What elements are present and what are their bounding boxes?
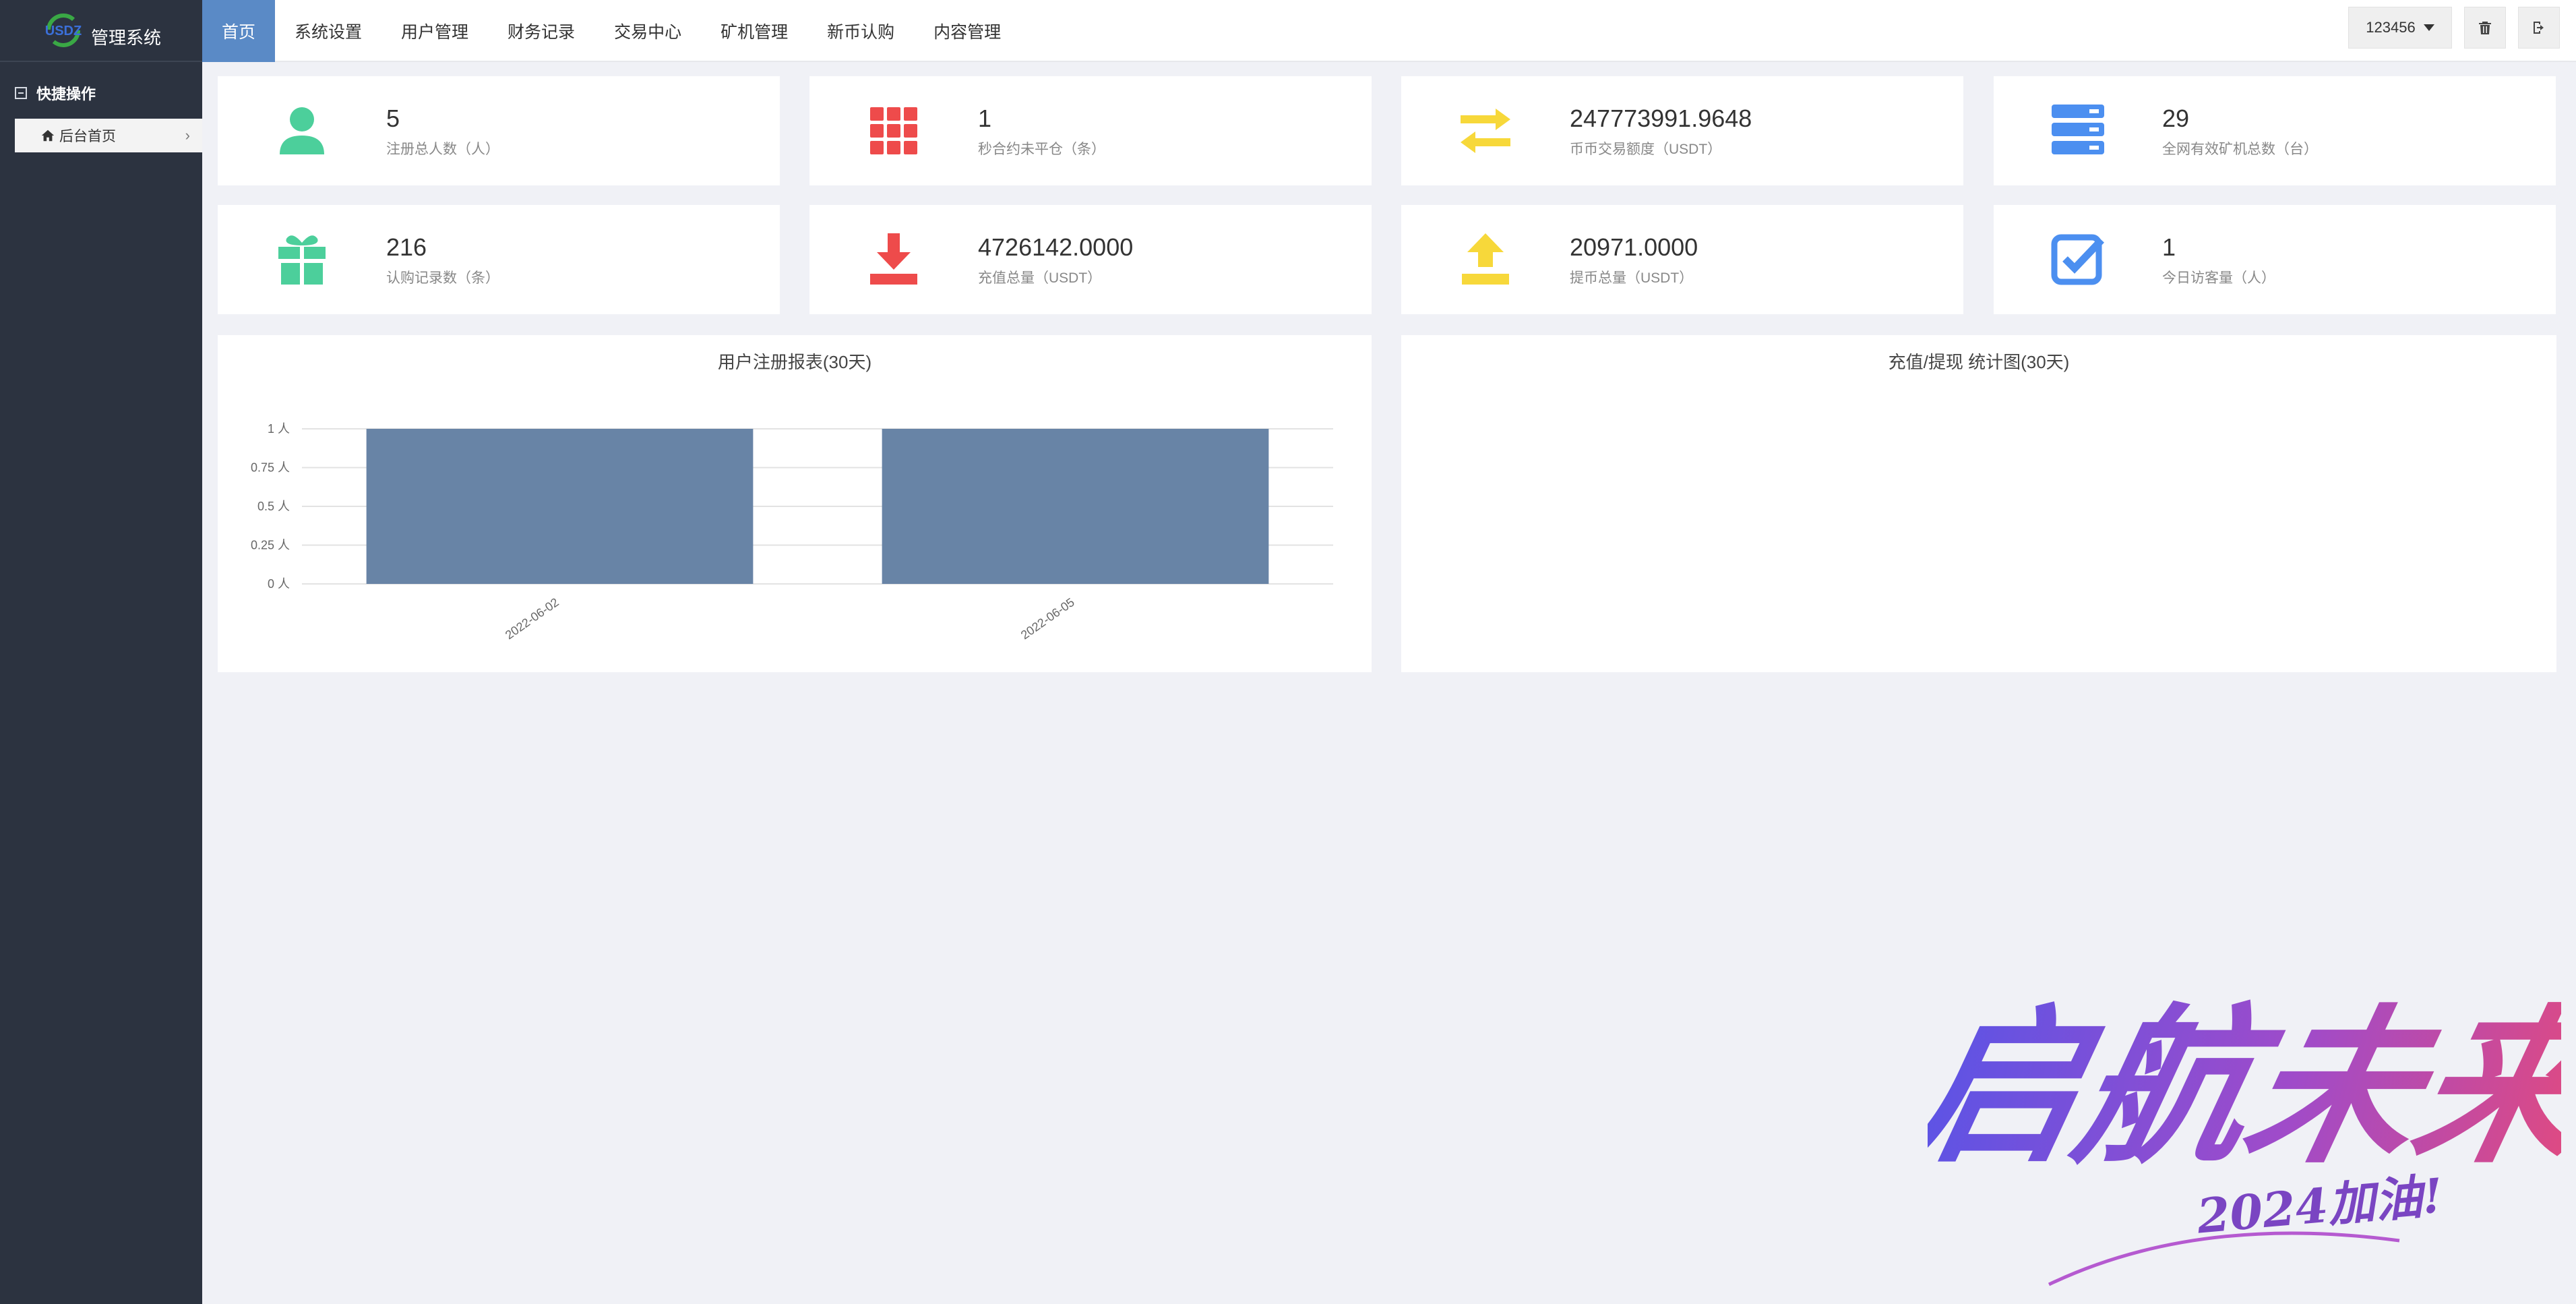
home-icon bbox=[41, 129, 55, 142]
logout-button[interactable] bbox=[2518, 7, 2560, 49]
x-tick-label: 2022-06-02 bbox=[503, 595, 561, 642]
registration-chart-panel: 用户注册报表(30天) 0 人 0.25 人 0.5 人 0.75 人1 人 2022-… bbox=[218, 335, 1372, 672]
watermark-main-text: 启航未来 bbox=[1928, 988, 2561, 1187]
stat-label: 认购记录数（条） bbox=[386, 270, 499, 286]
stat-label: 币币交易额度（USDT） bbox=[1570, 142, 1722, 157]
quick-ops-title: 快捷操作 bbox=[36, 86, 96, 102]
y-tick-label: 0.75 人 bbox=[251, 461, 290, 475]
stat-label: 全网有效矿机总数（台） bbox=[2162, 142, 2318, 157]
server-icon bbox=[2048, 100, 2108, 161]
quick-ops-header[interactable]: 快捷操作 bbox=[0, 62, 202, 104]
y-tick-label: 0 人 bbox=[268, 577, 290, 591]
stat-value: 29 bbox=[2162, 105, 2190, 132]
nav-item-home[interactable]: 首页 bbox=[202, 0, 276, 62]
logo-mark-icon: USDZ bbox=[41, 8, 86, 53]
nav-item-trade-center[interactable]: 交易中心 bbox=[594, 0, 701, 62]
sidebar-item-dashboard[interactable]: 后台首页 › bbox=[15, 119, 202, 152]
chart-title: 充值/提现 统计图(30天) bbox=[1888, 352, 2070, 372]
stat-card-total-withdrawal[interactable]: 20971.0000 提币总量（USDT） bbox=[1401, 205, 1963, 314]
y-tick-label: 0.5 人 bbox=[257, 500, 290, 513]
nav-item-finance-records[interactable]: 财务记录 bbox=[488, 0, 594, 62]
nav-item-new-coin-subscription[interactable]: 新币认购 bbox=[807, 0, 914, 62]
stat-value: 5 bbox=[386, 105, 400, 132]
stat-label: 充值总量（USDT） bbox=[978, 270, 1102, 286]
sidebar: USDZ 管理系统 快捷操作 后台首页 › bbox=[0, 0, 202, 1304]
caret-down-icon bbox=[2423, 24, 2434, 31]
stat-card-subscription-records[interactable]: 216 认购记录数（条） bbox=[218, 205, 780, 314]
clear-cache-button[interactable] bbox=[2464, 7, 2506, 49]
y-tick-label: 1 人 bbox=[268, 422, 290, 436]
watermark-calligraphy: 启航未来 2024加油! bbox=[1928, 988, 2561, 1286]
upload-icon bbox=[1455, 229, 1516, 290]
nav-item-user-management[interactable]: 用户管理 bbox=[381, 0, 488, 62]
stat-value: 216 bbox=[386, 233, 427, 261]
chevron-right-icon: › bbox=[185, 127, 190, 144]
stat-card-active-miners[interactable]: 29 全网有效矿机总数（台） bbox=[1994, 76, 2556, 185]
topbar-actions: 123456 bbox=[2348, 7, 2560, 49]
top-navbar: 首页 系统设置 用户管理 财务记录 交易中心 矿机管理 新币认购 内容管理 12… bbox=[202, 0, 2576, 62]
stat-value: 20971.0000 bbox=[1570, 233, 1698, 261]
user-dropdown[interactable]: 123456 bbox=[2348, 7, 2452, 49]
collapse-icon[interactable] bbox=[15, 87, 27, 99]
chart-bar[interactable] bbox=[882, 429, 1269, 584]
registration-bar-chart: 0 人 0.25 人 0.5 人 0.75 人 1 人 2022-06-02 2022-06… bbox=[251, 422, 1333, 642]
stat-label: 今日访客量（人） bbox=[2162, 270, 2275, 286]
stat-card-today-visitors[interactable]: 1 今日访客量（人） bbox=[1994, 205, 2556, 314]
stat-card-coin-trade-volume[interactable]: 247773991.9648 币币交易额度（USDT） bbox=[1401, 76, 1963, 185]
trash-icon bbox=[2479, 22, 2491, 34]
svg-text:USDZ: USDZ bbox=[45, 24, 82, 38]
stat-value: 4726142.0000 bbox=[978, 233, 1134, 261]
stat-label: 提币总量（USDT） bbox=[1570, 270, 1694, 286]
checkbox-icon bbox=[2048, 229, 2108, 290]
gift-icon bbox=[272, 229, 332, 290]
stat-value: 247773991.9648 bbox=[1570, 105, 1752, 132]
stat-label: 注册总人数（人） bbox=[386, 142, 499, 157]
stat-value: 1 bbox=[978, 105, 992, 132]
logo-text: 管理系统 bbox=[90, 27, 161, 48]
stat-value: 1 bbox=[2162, 233, 2176, 261]
sidebar-item-label: 后台首页 bbox=[59, 129, 116, 144]
download-icon bbox=[863, 229, 924, 290]
stat-card-open-contracts[interactable]: 1 秒合约未平仓（条） bbox=[809, 76, 1372, 185]
chart-bar[interactable] bbox=[366, 429, 754, 584]
x-tick-label: 2022-06-05 bbox=[1018, 595, 1077, 642]
deposit-withdraw-chart-panel: 充值/提现 统计图(30天) bbox=[1401, 335, 2556, 672]
logo[interactable]: USDZ 管理系统 bbox=[0, 0, 202, 62]
main-nav: 首页 系统设置 用户管理 财务记录 交易中心 矿机管理 新币认购 内容管理 bbox=[202, 0, 2576, 62]
logout-icon bbox=[2534, 22, 2544, 34]
stat-card-registered-users[interactable]: 5 注册总人数（人） bbox=[218, 76, 780, 185]
stat-card-total-deposit[interactable]: 4726142.0000 充值总量（USDT） bbox=[809, 205, 1372, 314]
nav-item-system-settings[interactable]: 系统设置 bbox=[275, 0, 381, 62]
user-name: 123456 bbox=[2366, 19, 2416, 36]
exchange-icon bbox=[1455, 100, 1516, 161]
grid-icon bbox=[863, 100, 924, 161]
user-icon bbox=[272, 100, 332, 161]
y-tick-label: 0.25 人 bbox=[251, 539, 290, 552]
nav-item-content-management[interactable]: 内容管理 bbox=[914, 0, 1020, 62]
nav-item-miner-management[interactable]: 矿机管理 bbox=[701, 0, 807, 62]
stat-label: 秒合约未平仓（条） bbox=[978, 142, 1105, 157]
